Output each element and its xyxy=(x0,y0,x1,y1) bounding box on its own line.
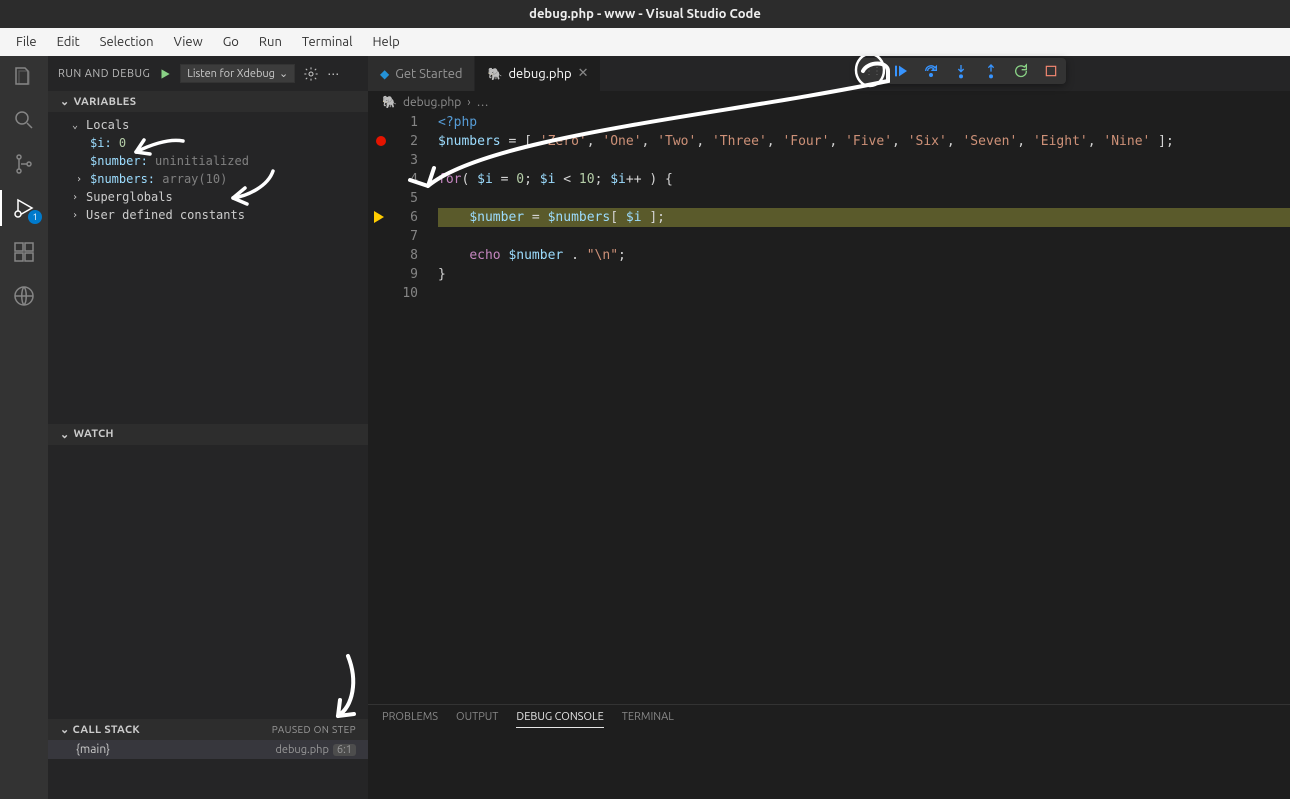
menu-help[interactable]: Help xyxy=(364,31,407,53)
php-icon: 🐘 xyxy=(382,95,397,109)
variables-section-header[interactable]: ⌄ VARIABLES xyxy=(48,91,368,112)
source-control-icon[interactable] xyxy=(12,152,36,176)
step-out-button[interactable] xyxy=(982,62,1000,80)
variable-numbers[interactable]: › $numbers: array(10) xyxy=(48,170,368,188)
chevron-down-icon: ⌄ xyxy=(72,120,86,131)
panel-tab-output[interactable]: OUTPUT xyxy=(456,711,498,728)
chevron-down-icon: ⌄ xyxy=(60,428,70,441)
start-debug-icon[interactable] xyxy=(158,67,172,81)
step-over-button[interactable] xyxy=(922,62,940,80)
sidebar-title: RUN AND DEBUG xyxy=(58,68,150,80)
watch-section-header[interactable]: ⌄ WATCH xyxy=(48,424,368,445)
gutter[interactable]: 1 2 3 4 5 6 7 8 9 10 xyxy=(368,113,438,704)
callstack-frame[interactable]: {main} debug.php 6:1 xyxy=(48,740,368,759)
activity-bar: 1 xyxy=(0,56,48,799)
chevron-right-icon: › xyxy=(467,96,470,109)
code-content[interactable]: <?php $numbers = [ 'Zero', 'One', 'Two',… xyxy=(438,113,1290,704)
menu-edit[interactable]: Edit xyxy=(49,31,88,53)
code-editor[interactable]: 1 2 3 4 5 6 7 8 9 10 <?php $numbers = [ … xyxy=(368,113,1290,704)
vscode-icon: ◆ xyxy=(380,67,389,81)
editor-tabs: ◆ Get Started 🐘 debug.php ✕ xyxy=(368,56,1290,91)
menu-selection[interactable]: Selection xyxy=(92,31,162,53)
window-title: debug.php - www - Visual Studio Code xyxy=(529,7,761,21)
extensions-icon[interactable] xyxy=(12,240,36,264)
chevron-right-icon: › xyxy=(72,192,86,203)
variable-number[interactable]: $number: uninitialized xyxy=(48,152,368,170)
menu-view[interactable]: View xyxy=(166,31,211,53)
gear-icon[interactable] xyxy=(303,66,319,82)
php-icon: 🐘 xyxy=(487,67,502,81)
chevron-down-icon: ⌄ xyxy=(60,724,70,736)
drag-grip-icon[interactable]: ⋮⋮ xyxy=(864,65,880,77)
panel-tab-debug-console[interactable]: DEBUG CONSOLE xyxy=(516,711,603,728)
debug-toolbar[interactable]: ⋮⋮ xyxy=(858,58,1066,84)
locals-group[interactable]: ⌄ Locals xyxy=(48,116,368,134)
explorer-icon[interactable] xyxy=(12,64,36,88)
debug-sidebar: RUN AND DEBUG Listen for Xdebug ⌄ ⋯ ⌄ VA… xyxy=(48,56,368,799)
restart-button[interactable] xyxy=(1012,62,1030,80)
user-constants-group[interactable]: › User defined constants xyxy=(48,206,368,224)
panel-tab-terminal[interactable]: TERMINAL xyxy=(622,711,674,728)
tab-debug-php[interactable]: 🐘 debug.php ✕ xyxy=(475,56,601,91)
chevron-right-icon: › xyxy=(76,174,90,185)
editor-area: ⋮⋮ ◆ Get Started xyxy=(368,56,1290,799)
breakpoint-icon[interactable] xyxy=(376,136,386,146)
chevron-down-icon: ⌄ xyxy=(60,95,70,108)
menu-go[interactable]: Go xyxy=(215,31,247,53)
tab-get-started[interactable]: ◆ Get Started xyxy=(368,56,475,91)
step-into-button[interactable] xyxy=(952,62,970,80)
more-icon[interactable]: ⋯ xyxy=(327,67,339,81)
bottom-panel: PROBLEMS OUTPUT DEBUG CONSOLE TERMINAL xyxy=(368,704,1290,799)
superglobals-group[interactable]: › Superglobals xyxy=(48,188,368,206)
menu-terminal[interactable]: Terminal xyxy=(294,31,361,53)
title-bar: debug.php - www - Visual Studio Code xyxy=(0,0,1290,28)
continue-button[interactable] xyxy=(892,62,910,80)
callstack-section-header[interactable]: ⌄ CALL STACK PAUSED ON STEP xyxy=(48,719,368,740)
breadcrumb[interactable]: 🐘 debug.php › … xyxy=(368,91,1290,113)
pause-reason: PAUSED ON STEP xyxy=(272,724,356,735)
close-icon[interactable]: ✕ xyxy=(578,66,589,81)
remote-icon[interactable] xyxy=(12,284,36,308)
stop-button[interactable] xyxy=(1042,62,1060,80)
chevron-right-icon: › xyxy=(72,210,86,221)
menu-run[interactable]: Run xyxy=(251,31,290,53)
menu-file[interactable]: File xyxy=(8,31,45,53)
variable-i[interactable]: $i: 0 xyxy=(48,134,368,152)
current-line-marker xyxy=(374,211,384,223)
debug-config-dropdown[interactable]: Listen for Xdebug ⌄ xyxy=(180,64,295,83)
chevron-down-icon: ⌄ xyxy=(279,67,288,80)
debug-badge: 1 xyxy=(28,210,42,224)
menu-bar: File Edit Selection View Go Run Terminal… xyxy=(0,28,1290,56)
panel-tab-problems[interactable]: PROBLEMS xyxy=(382,711,438,728)
search-icon[interactable] xyxy=(12,108,36,132)
run-debug-icon[interactable]: 1 xyxy=(12,196,36,220)
